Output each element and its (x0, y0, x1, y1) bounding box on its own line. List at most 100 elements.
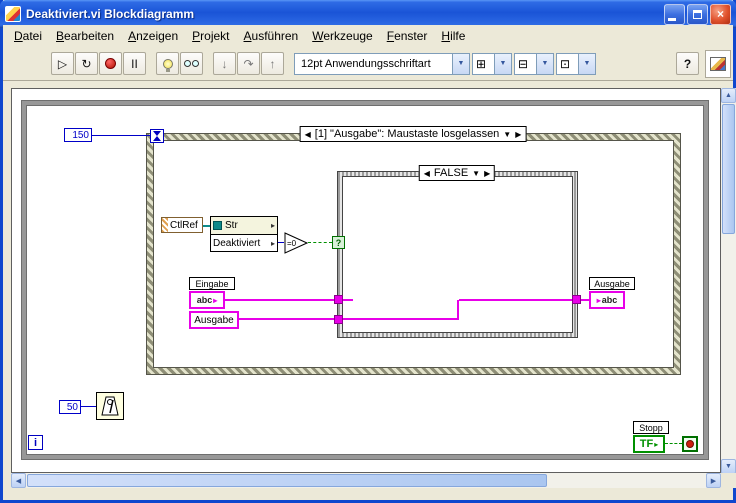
maximize-icon (693, 9, 702, 19)
equals-zero-label: =0 (287, 239, 297, 248)
wire-stop[interactable] (665, 443, 682, 444)
scrollbar-corner (721, 473, 736, 488)
property-node-class-row[interactable]: Str ▸ (211, 217, 277, 235)
wait-constant[interactable]: 50 (59, 400, 81, 414)
wire-case-lower[interactable] (343, 318, 459, 320)
case-selector-terminal[interactable]: ? (332, 236, 345, 249)
menu-bar: Datei Bearbeiten Anzeigen Projekt Ausfüh… (3, 25, 733, 47)
resize-objects-icon: ⊡ (560, 56, 571, 71)
iteration-terminal[interactable]: i (28, 435, 43, 450)
maximize-button[interactable] (687, 3, 708, 25)
wire-ctlref[interactable] (203, 225, 210, 227)
font-selector[interactable]: 12pt Anwendungsschriftart ▼ (294, 52, 470, 75)
ausgabe-local-variable[interactable]: Ausgabe (189, 311, 239, 329)
property-node-property-row[interactable]: Deaktiviert ▸ (211, 235, 277, 252)
labview-window: Deaktiviert.vi Blockdiagramm × Datei Bea… (0, 0, 736, 503)
menu-fenster[interactable]: Fenster (380, 27, 435, 45)
property-node-property: Deaktiviert (213, 238, 261, 249)
wire-timeout[interactable] (92, 135, 150, 136)
chevron-down-icon[interactable]: ▼ (578, 53, 595, 74)
lightbulb-icon (162, 58, 173, 72)
help-button[interactable]: ? (676, 52, 699, 75)
eingabe-terminal[interactable]: abc ▸ (189, 291, 225, 309)
case-selector-label[interactable]: ◀ FALSE ▼ ▶ (418, 165, 496, 181)
chevron-down-icon[interactable]: ▼ (494, 53, 511, 74)
abort-button[interactable] (99, 52, 122, 75)
loop-condition-terminal[interactable] (682, 436, 698, 452)
property-node[interactable]: Str ▸ Deaktiviert ▸ (210, 216, 278, 252)
chevron-down-icon[interactable]: ▼ (452, 53, 469, 74)
refnum-icon (213, 221, 222, 230)
menu-ausfuehren[interactable]: Ausführen (237, 27, 306, 45)
stop-sign-icon (686, 440, 694, 448)
metronome-icon (101, 396, 119, 416)
timeout-terminal[interactable] (150, 129, 164, 143)
retain-wire-values-button[interactable] (180, 52, 203, 75)
vertical-scrollbar[interactable]: ▲ ▼ (721, 88, 736, 474)
highlight-execution-button[interactable] (156, 52, 179, 75)
scroll-right-button[interactable]: ▶ (706, 473, 721, 488)
wire-boolean-selector[interactable] (308, 242, 332, 243)
horizontal-scrollbar[interactable]: ◀ ▶ (11, 473, 721, 488)
timeout-constant[interactable]: 150 (64, 128, 92, 142)
wait-ms-function[interactable] (96, 392, 124, 420)
prev-event-icon[interactable]: ◀ (305, 130, 311, 139)
menu-anzeigen[interactable]: Anzeigen (121, 27, 185, 45)
wire-ausgabe-out[interactable] (581, 299, 589, 301)
prev-case-icon[interactable]: ◀ (424, 169, 430, 178)
stopp-terminal[interactable]: TF ▸ (633, 435, 665, 453)
wire-ausgabe-local[interactable] (239, 318, 334, 320)
event-selector-label[interactable]: ◀ [1] "Ausgabe": Maustaste losgelassen ▼… (299, 126, 527, 142)
scroll-left-button[interactable]: ◀ (11, 473, 26, 488)
minimize-icon (668, 17, 676, 21)
font-selector-value: 12pt Anwendungsschriftart (301, 57, 431, 70)
scroll-up-button[interactable]: ▲ (721, 88, 736, 103)
output-arrow-icon: ▸ (213, 295, 218, 305)
menu-datei[interactable]: Datei (7, 27, 49, 45)
menu-hilfe[interactable]: Hilfe (434, 27, 472, 45)
tunnel-ausgabe-local[interactable] (334, 315, 343, 324)
pause-button[interactable]: II (123, 52, 146, 75)
close-button[interactable]: × (710, 3, 731, 25)
chevron-down-icon[interactable]: ▼ (536, 53, 553, 74)
resize-objects-dropdown[interactable]: ⊡ ▼ (556, 52, 596, 75)
wire-case-upper[interactable] (459, 299, 572, 301)
ausgabe-terminal[interactable]: ▸ abc (589, 291, 625, 309)
toolbar: ▷ ↻ II ↓ ↷ ↑ 12pt Anwendungsschriftart ▼… (3, 47, 733, 81)
tunnel-out[interactable] (572, 295, 581, 304)
run-button[interactable]: ▷ (51, 52, 74, 75)
eingabe-type: abc (196, 295, 213, 305)
output-arrow-icon: ▸ (270, 221, 275, 230)
control-refnum-constant[interactable]: CtlRef (161, 217, 203, 233)
wire-case-stub[interactable] (343, 299, 353, 301)
step-out-button[interactable]: ↑ (261, 52, 284, 75)
next-case-icon[interactable]: ▶ (484, 169, 490, 178)
menu-bearbeiten[interactable]: Bearbeiten (49, 27, 121, 45)
step-over-button[interactable]: ↷ (237, 52, 260, 75)
horizontal-scroll-thumb[interactable] (27, 474, 547, 487)
glasses-icon (184, 60, 199, 67)
scroll-down-button[interactable]: ▼ (721, 459, 736, 474)
step-into-button[interactable]: ↓ (213, 52, 236, 75)
wire-case-vertical[interactable] (457, 300, 459, 320)
align-objects-dropdown[interactable]: ⊞ ▼ (472, 52, 512, 75)
distribute-objects-dropdown[interactable]: ⊟ ▼ (514, 52, 554, 75)
menu-projekt[interactable]: Projekt (185, 27, 236, 45)
wire-wait[interactable] (81, 406, 96, 407)
output-arrow-icon: ▸ (270, 239, 275, 248)
menu-werkzeuge[interactable]: Werkzeuge (305, 27, 379, 45)
input-arrow-icon: ▸ (596, 295, 601, 305)
vertical-scroll-thumb[interactable] (722, 104, 735, 234)
tunnel-eingabe[interactable] (334, 295, 343, 304)
block-diagram-canvas[interactable]: ◀ [1] "Ausgabe": Maustaste losgelassen ▼… (11, 88, 721, 473)
run-continuous-button[interactable]: ↻ (75, 52, 98, 75)
event-selector-text: [1] "Ausgabe": Maustaste losgelassen (314, 128, 500, 140)
minimize-button[interactable] (664, 3, 685, 25)
eingabe-label: Eingabe (189, 277, 235, 290)
abort-icon (105, 58, 116, 69)
equals-zero-node[interactable]: =0 (284, 232, 308, 254)
wire-eingabe[interactable] (225, 299, 334, 301)
next-event-icon[interactable]: ▶ (515, 130, 521, 139)
event-menu-icon[interactable]: ▼ (503, 130, 511, 139)
case-menu-icon[interactable]: ▼ (472, 169, 480, 178)
